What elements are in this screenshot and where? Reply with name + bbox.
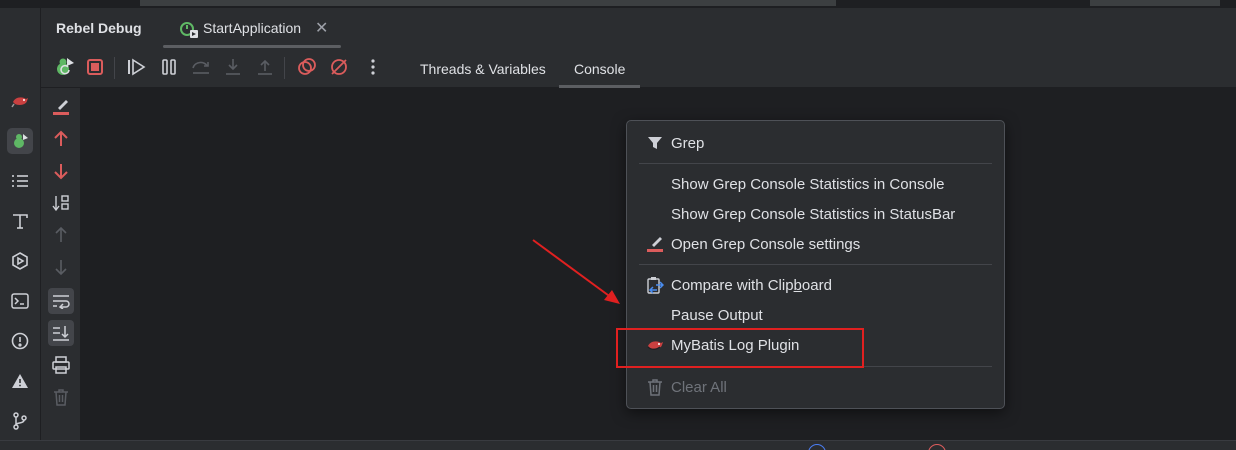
annotation-arrow [532,239,620,304]
